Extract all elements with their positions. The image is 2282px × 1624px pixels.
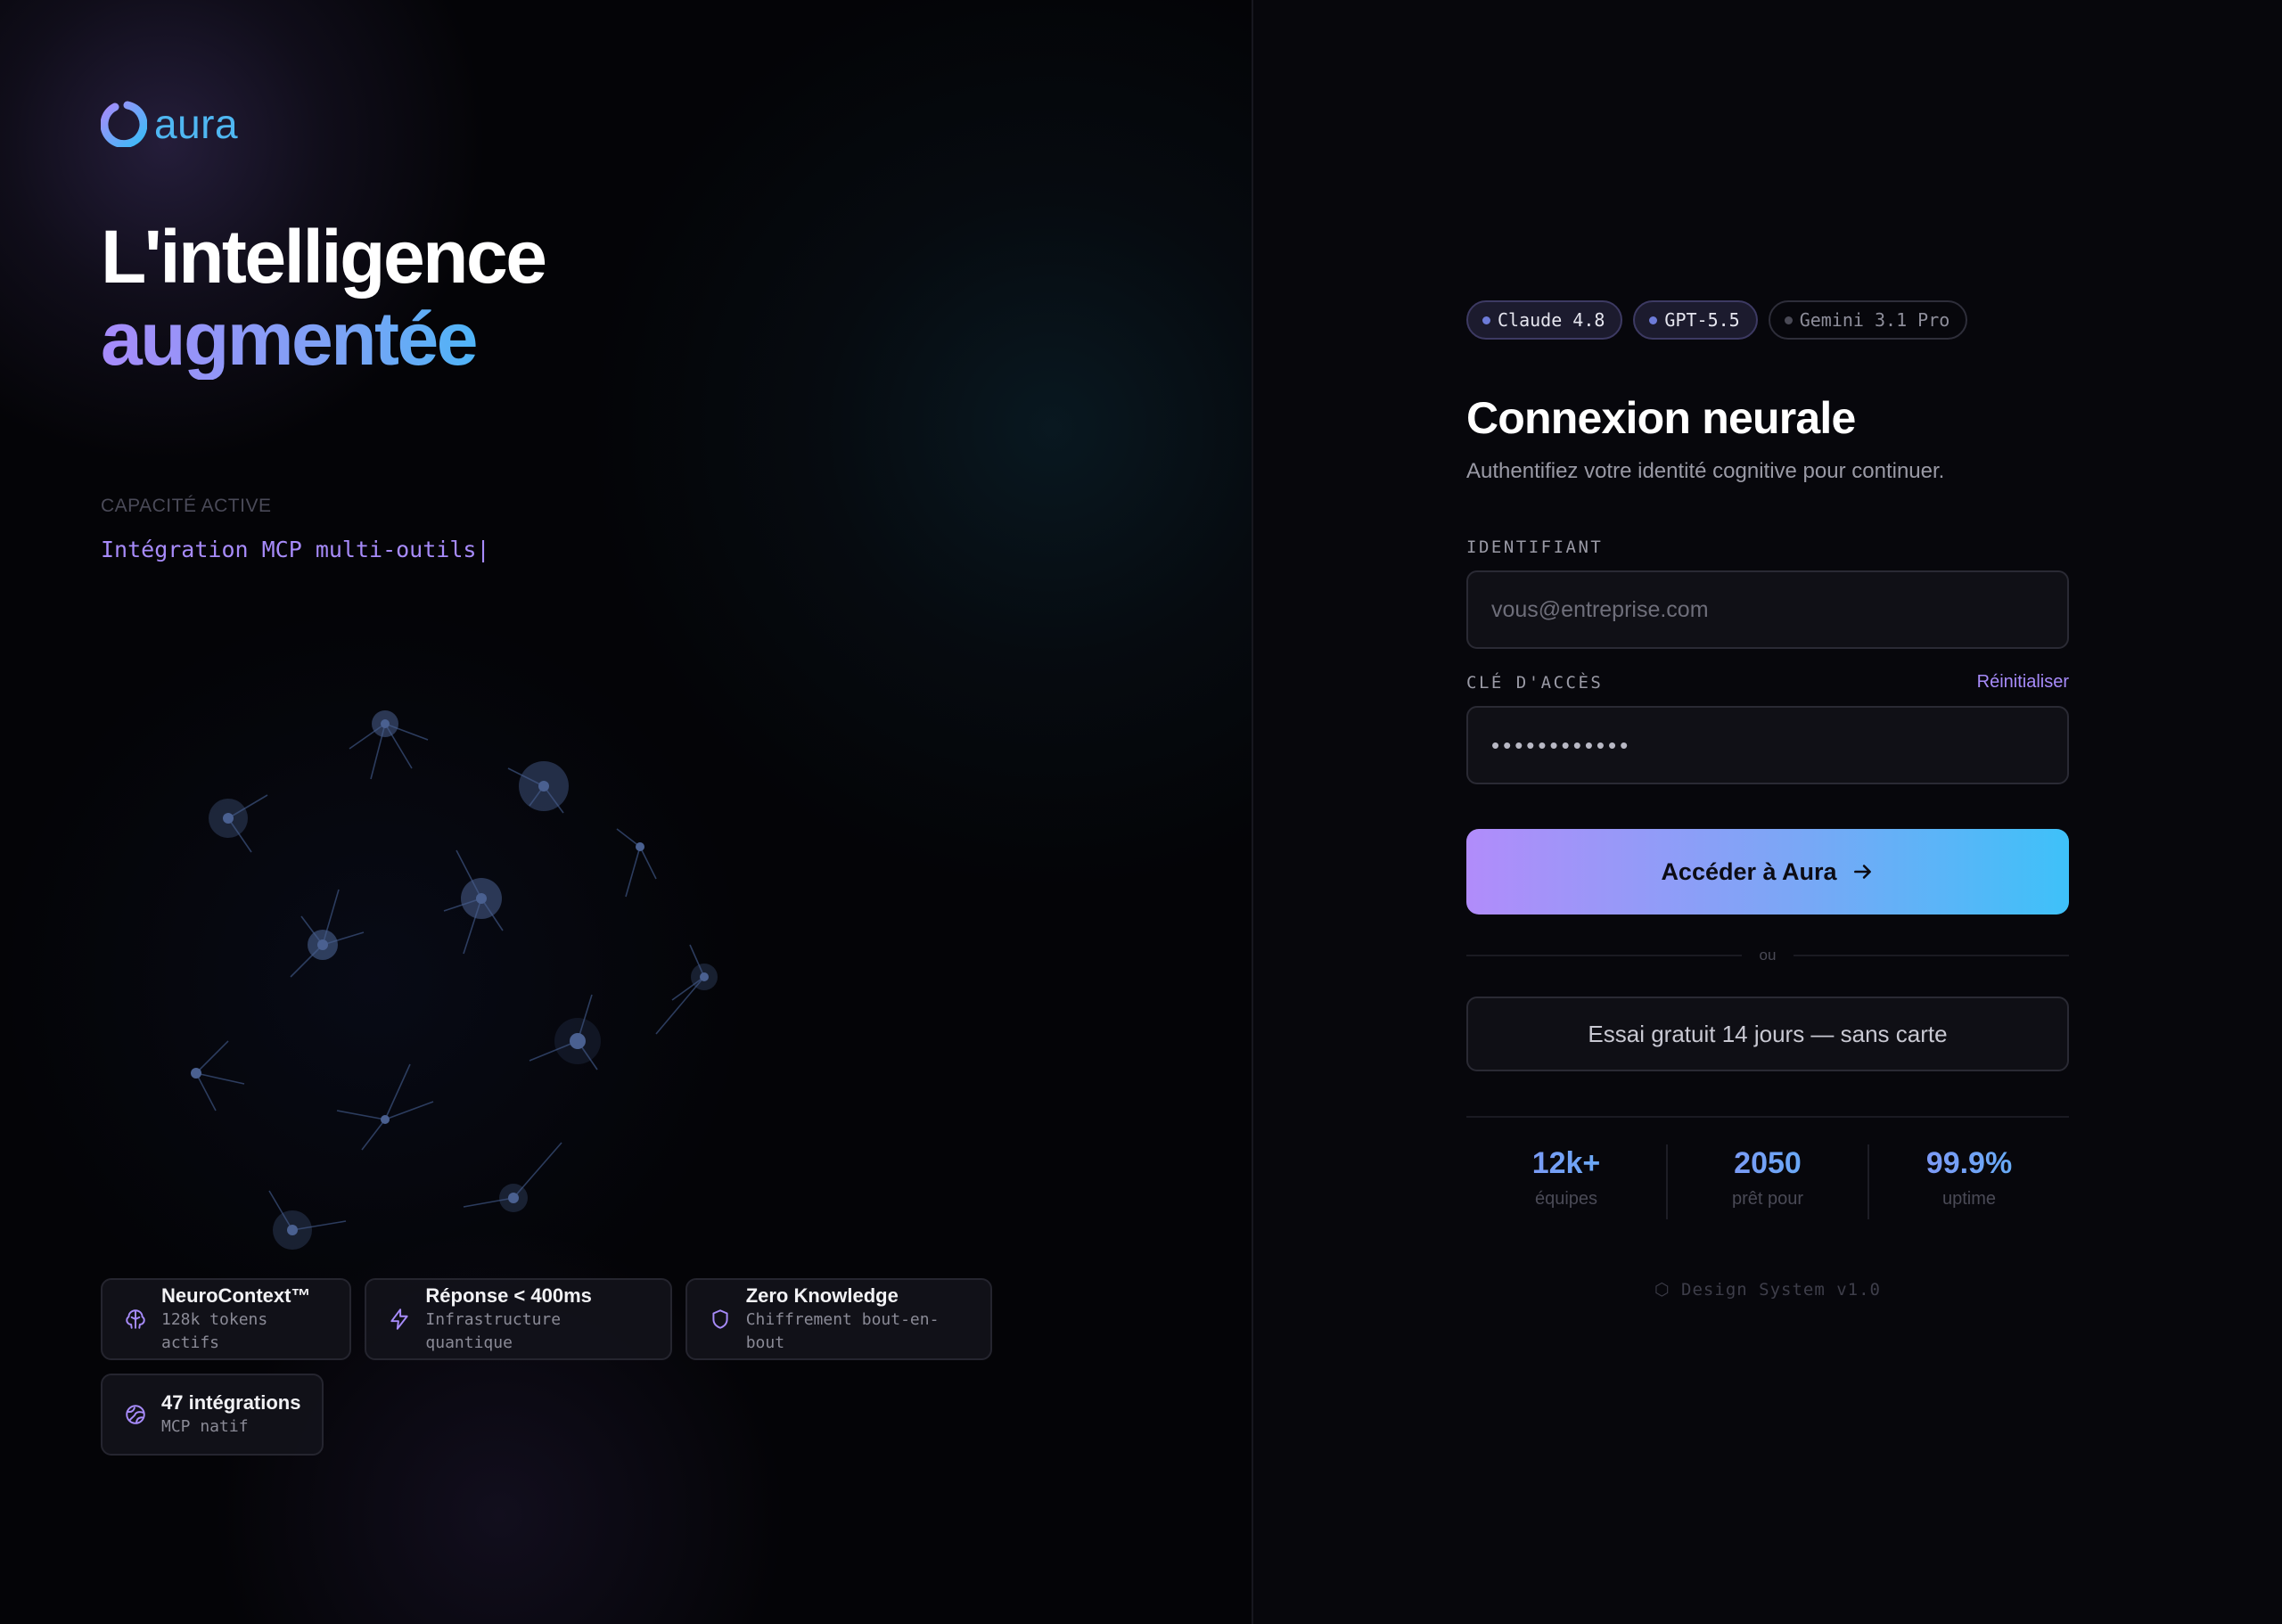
feature-neurocontext: NeuroContext™ 128k tokens actifs	[101, 1278, 352, 1360]
brain-icon	[126, 1309, 145, 1329]
status-dot-icon	[1784, 316, 1793, 324]
lightning-icon	[390, 1308, 409, 1330]
password-input[interactable]	[1466, 706, 2069, 784]
model-chip-label: Claude 4.8	[1498, 309, 1605, 331]
feature-subtitle: Chiffrement bout-en-bout	[745, 1310, 940, 1352]
login-panel: Claude 4.8 GPT-5.5 Gemini 3.1 Pro Connex…	[1253, 0, 2282, 1624]
stat-ready-for: 2050 prêt pour	[1668, 1144, 1869, 1219]
arrow-right-icon	[1853, 865, 1871, 879]
brand-name: aura	[154, 101, 239, 147]
identifier-input[interactable]	[1466, 570, 2069, 649]
model-selector: Claude 4.8 GPT-5.5 Gemini 3.1 Pro	[1466, 300, 2069, 340]
reset-password-link[interactable]: Réinitialiser	[1977, 672, 2069, 693]
free-trial-button[interactable]: Essai gratuit 14 jours — sans carte	[1466, 997, 2069, 1071]
capacity-typewriter: Intégration MCP multi-outils|	[101, 537, 490, 562]
aura-logo-icon	[101, 101, 147, 147]
headline-line-2: augmentée	[101, 298, 545, 380]
model-chip-gemini[interactable]: Gemini 3.1 Pro	[1768, 300, 1968, 340]
shield-icon	[712, 1309, 728, 1329]
login-form: Claude 4.8 GPT-5.5 Gemini 3.1 Pro Connex…	[1466, 300, 2070, 1300]
active-capacity: CAPACITÉ ACTIVE Intégration MCP multi-ou…	[101, 496, 490, 562]
globe-icon	[126, 1405, 145, 1424]
feature-subtitle: 128k tokens actifs	[161, 1310, 268, 1352]
or-label: ou	[1759, 947, 1777, 964]
neural-network-graphic	[191, 710, 718, 1250]
or-divider: ou	[1466, 947, 2070, 964]
status-dot-icon	[1649, 316, 1658, 324]
feature-response-time: Réponse < 400ms Infrastructure quantique	[365, 1278, 672, 1360]
headline-line-1: L'intelligence	[101, 215, 547, 299]
stat-uptime: 99.9% uptime	[1869, 1144, 2069, 1219]
model-chip-claude[interactable]: Claude 4.8	[1466, 300, 1623, 340]
feature-title: NeuroContext™	[161, 1284, 311, 1307]
feature-title: 47 intégrations	[161, 1391, 301, 1414]
feature-title: Réponse < 400ms	[425, 1284, 592, 1307]
model-chip-gpt[interactable]: GPT-5.5	[1633, 300, 1758, 340]
capacity-label: CAPACITÉ ACTIVE	[101, 496, 272, 516]
status-dot-icon	[1482, 316, 1490, 324]
stats-row: 12k+ équipes 2050 prêt pour 99.9% uptime	[1466, 1144, 2069, 1219]
form-title: Connexion neurale	[1466, 393, 1856, 443]
feature-title: Zero Knowledge	[745, 1284, 899, 1307]
typing-caret: |	[476, 537, 490, 562]
hero-panel: aura L'intelligence augmentée CAPACITÉ A…	[0, 0, 1253, 1624]
stat-teams: 12k+ équipes	[1466, 1144, 1668, 1219]
submit-button-label: Accéder à Aura	[1661, 857, 1837, 885]
feature-row-1: NeuroContext™ 128k tokens actifs Réponse…	[101, 1278, 992, 1360]
feature-integrations: 47 intégrations MCP natif	[101, 1374, 324, 1456]
design-system-version: ⬡ Design System v1.0	[1654, 1280, 1881, 1300]
feature-badges: NeuroContext™ 128k tokens actifs Réponse…	[101, 1278, 992, 1469]
identifier-label-row: IDENTIFIANT	[1466, 537, 2069, 557]
stat-value: 2050	[1668, 1144, 1867, 1182]
submit-button[interactable]: Accéder à Aura	[1466, 829, 2069, 915]
stat-value: 99.9%	[1869, 1144, 2069, 1182]
model-chip-label: Gemini 3.1 Pro	[1799, 309, 1950, 331]
model-chip-label: GPT-5.5	[1664, 309, 1740, 331]
form-subtitle: Authentifiez votre identité cognitive po…	[1466, 459, 1945, 483]
brand-logo: aura	[101, 101, 238, 147]
capacity-value: Intégration MCP multi-outils	[101, 537, 477, 562]
stat-label: équipes	[1534, 1189, 1598, 1209]
feature-zero-knowledge: Zero Knowledge Chiffrement bout-en-bout	[685, 1278, 992, 1360]
login-page: aura L'intelligence augmentée CAPACITÉ A…	[0, 0, 2282, 1624]
stat-value: 12k+	[1466, 1144, 1666, 1182]
identifier-label: IDENTIFIANT	[1466, 537, 1604, 557]
password-label-row: CLÉ D'ACCÈS Réinitialiser	[1466, 672, 2069, 693]
stat-label: uptime	[1941, 1189, 1997, 1209]
password-label: CLÉ D'ACCÈS	[1466, 672, 1604, 693]
feature-subtitle: Infrastructure quantique	[425, 1310, 562, 1352]
feature-subtitle: MCP natif	[161, 1417, 249, 1436]
hero-headline: L'intelligence augmentée	[101, 215, 547, 380]
stat-label: prêt pour	[1731, 1189, 1804, 1209]
feature-row-2: 47 intégrations MCP natif	[101, 1374, 992, 1456]
